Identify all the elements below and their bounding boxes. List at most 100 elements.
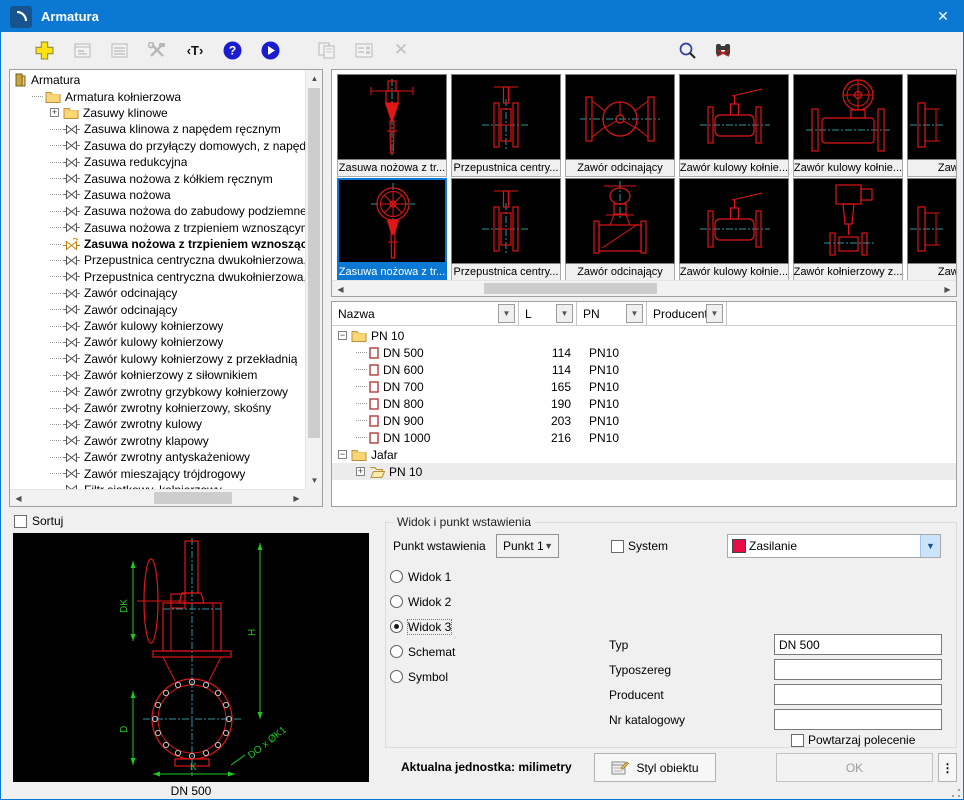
tree-item[interactable]: Zawór zwrotny grzybkowy kołnierzowy — [10, 383, 307, 399]
thumbnail[interactable]: Zasuwa nożowa z tr... — [337, 74, 447, 177]
table-row[interactable]: −PN 10 — [332, 327, 956, 344]
table-row[interactable]: DN 800190PN10 — [332, 395, 956, 412]
detail-field[interactable] — [774, 634, 942, 655]
thumbnail[interactable]: Zawór z... — [907, 178, 957, 281]
expander-plus[interactable]: + — [50, 108, 59, 117]
tree-item[interactable]: Zasuwa redukcyjna — [10, 154, 307, 170]
tree-item[interactable]: Zawór zwrotny kulowy — [10, 416, 307, 432]
column-header[interactable]: L ▼ — [519, 302, 577, 326]
scroll-right-icon[interactable]: ▶ — [288, 490, 305, 507]
column-filter-dropdown[interactable]: ▼ — [706, 304, 723, 323]
expander-minus[interactable]: − — [338, 331, 347, 340]
scroll-right-icon[interactable]: ▶ — [939, 281, 956, 297]
column-filter-dropdown[interactable]: ▼ — [498, 304, 515, 323]
tree-item[interactable]: Zawór kulowy kołnierzowy — [10, 318, 307, 334]
detail-field[interactable] — [774, 684, 942, 705]
scrollbar-thumb[interactable] — [308, 88, 320, 438]
scroll-up-icon[interactable]: ▲ — [306, 70, 323, 87]
tree-item[interactable]: Przepustnica centryczna dwukołnierzowa, … — [10, 269, 307, 285]
tree-item[interactable]: Zawór zwrotny klapowy — [10, 433, 307, 449]
table-row[interactable]: DN 700165PN10 — [332, 378, 956, 395]
punkt-wstawienia-dropdown[interactable]: Punkt 1 ▼ — [496, 534, 559, 558]
search-button[interactable] — [675, 38, 699, 62]
tree-item[interactable]: Zasuwa nożowa z trzpieniem wznoszącym, z… — [10, 236, 307, 252]
tree-item[interactable]: Zasuwa nożowa z kółkiem ręcznym — [10, 170, 307, 186]
tree-item[interactable]: +Zasuwy klinowe — [10, 105, 307, 121]
help-button[interactable]: ? — [220, 38, 244, 62]
tree-item[interactable]: Armatura — [10, 72, 307, 88]
thumbnail[interactable]: Przepustnica centry... — [451, 74, 561, 177]
tree-item[interactable]: Zasuwa nożowa — [10, 187, 307, 203]
thumbnail[interactable]: Zawór kulowy kołnie... — [679, 178, 789, 281]
thumbnail[interactable]: Zawór odcinający — [565, 178, 675, 281]
tree-item[interactable]: Zawór kulowy kołnierzowy z przekładnią — [10, 351, 307, 367]
table-row[interactable]: DN 1000216PN10 — [332, 429, 956, 446]
tree-item[interactable]: Zawór odcinający — [10, 285, 307, 301]
list-button[interactable] — [107, 38, 131, 62]
table-row[interactable]: DN 600114PN10 — [332, 361, 956, 378]
zasilanie-dropdown[interactable]: Zasilanie ▼ — [727, 534, 941, 558]
thumbnail[interactable]: Zawór odcinający — [565, 74, 675, 177]
system-checkbox[interactable] — [611, 540, 624, 553]
scroll-left-icon[interactable]: ◀ — [332, 281, 349, 297]
radio-option[interactable]: Symbol — [390, 669, 448, 684]
thumbnail[interactable]: Zawór kołnierzowy z... — [793, 178, 903, 281]
tree-item[interactable]: Zasuwa nożowa z trzpieniem wznoszącym — [10, 220, 307, 236]
sortuj-checkbox[interactable] — [14, 515, 27, 528]
tree-item[interactable]: Zawór kulowy kołnierzowy — [10, 334, 307, 350]
tree-item[interactable]: Przepustnica centryczna dwukołnierzowa, … — [10, 252, 307, 268]
powtarzaj-checkbox[interactable] — [791, 734, 804, 747]
chevron-down-icon[interactable]: ▼ — [920, 535, 940, 557]
tree-item[interactable]: Zawór zwrotny kołnierzowy, skośny — [10, 400, 307, 416]
tree-vertical-scrollbar[interactable]: ▲ ▼ — [305, 70, 322, 489]
text-style-button[interactable]: ‹T› — [183, 38, 207, 62]
styl-obiektu-button[interactable]: Styl obiektu — [594, 753, 716, 782]
table-row[interactable]: +PN 10 — [332, 463, 956, 480]
thumbnail[interactable]: Zasuwa nożowa z tr... — [337, 178, 447, 281]
thumbnail[interactable]: Zawór z... — [907, 74, 957, 177]
scrollbar-thumb[interactable] — [484, 283, 657, 294]
table-row[interactable]: −Jafar — [332, 446, 956, 463]
thumbnail[interactable]: Zawór kulowy kołnie... — [679, 74, 789, 177]
detail-field[interactable] — [774, 659, 942, 680]
table-row[interactable]: DN 900203PN10 — [332, 412, 956, 429]
ok-button[interactable]: OK — [776, 753, 933, 782]
title-bar[interactable]: Armatura ✕ — [1, 1, 963, 32]
radio-option[interactable]: Schemat — [390, 644, 455, 659]
detail-field[interactable] — [774, 709, 942, 730]
tree-item[interactable]: Zasuwa do przyłączy domowych, z napędem … — [10, 138, 307, 154]
expander-plus[interactable]: + — [356, 467, 365, 476]
attributes-button[interactable] — [352, 38, 376, 62]
tree-item[interactable]: Zawór mieszający trójdrogowy — [10, 465, 307, 481]
add-button[interactable] — [32, 38, 56, 62]
radio-icon[interactable] — [390, 595, 403, 608]
tree-item[interactable]: Zawór odcinający — [10, 301, 307, 317]
tree-item[interactable]: Zasuwa nożowa do zabudowy podziemnej — [10, 203, 307, 219]
radio-icon[interactable] — [390, 620, 403, 633]
radio-icon[interactable] — [390, 670, 403, 683]
thumbnail[interactable]: Przepustnica centry... — [451, 178, 561, 281]
radio-icon[interactable] — [390, 570, 403, 583]
radio-option[interactable]: Widok 3 — [390, 619, 451, 634]
tree-horizontal-scrollbar[interactable]: ◀ ▶ — [10, 489, 305, 506]
column-header[interactable]: PN ▼ — [577, 302, 647, 326]
copy-button[interactable] — [315, 38, 339, 62]
table-row[interactable]: DN 500114PN10 — [332, 344, 956, 361]
scrollbar-thumb[interactable] — [154, 492, 232, 504]
expander-minus[interactable]: − — [338, 450, 347, 459]
dialog-button[interactable] — [70, 38, 94, 62]
column-filter-dropdown[interactable]: ▼ — [626, 304, 643, 323]
scroll-down-icon[interactable]: ▼ — [306, 472, 323, 489]
radio-icon[interactable] — [390, 645, 403, 658]
tools-button[interactable] — [145, 38, 169, 62]
tree-item[interactable]: Zasuwa klinowa z napędem ręcznym — [10, 121, 307, 137]
more-options-button[interactable]: ⋮ — [938, 753, 957, 782]
radio-option[interactable]: Widok 1 — [390, 569, 451, 584]
column-header[interactable]: Producent ▼ — [647, 302, 727, 326]
tree-item[interactable]: Zawór kołnierzowy z siłownikiem — [10, 367, 307, 383]
delete-button[interactable]: ✕ — [389, 38, 413, 62]
close-button[interactable]: ✕ — [923, 1, 963, 32]
find-next-button[interactable] — [711, 38, 735, 62]
radio-option[interactable]: Widok 2 — [390, 594, 451, 609]
column-header[interactable]: Nazwa ▼ — [332, 302, 519, 326]
